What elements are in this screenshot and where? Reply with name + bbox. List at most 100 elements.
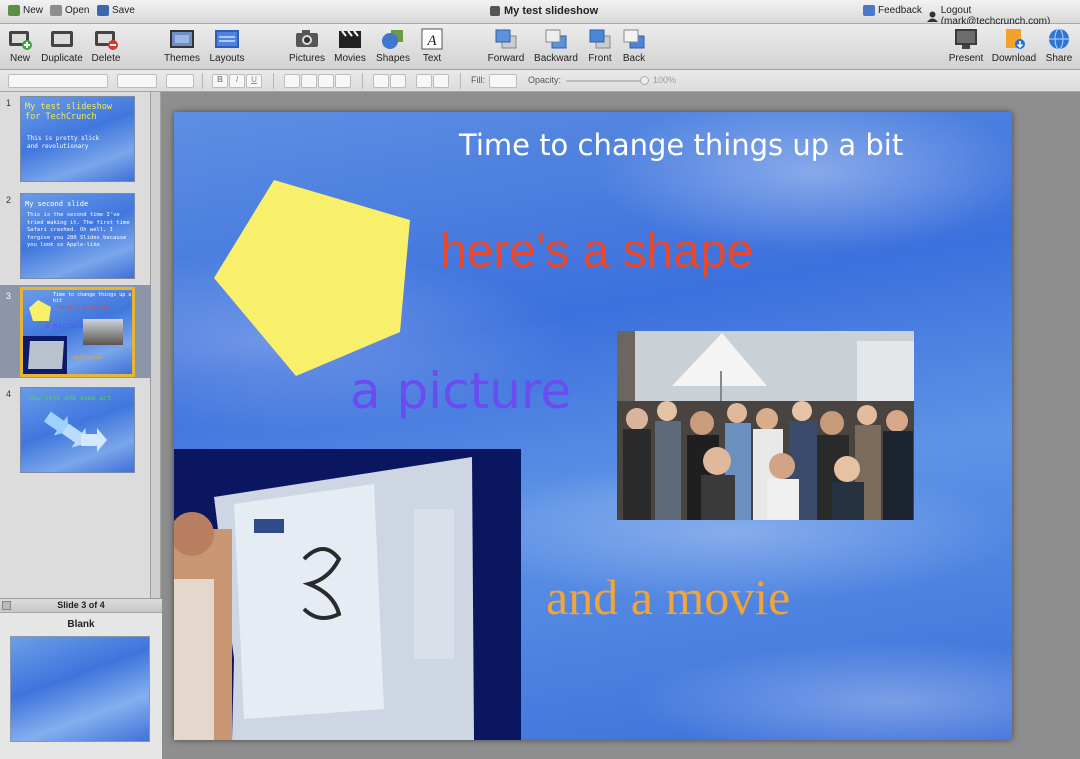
delete-slide-button[interactable]: Delete [80,28,132,64]
slide-preview-title: Now lets add some art [29,394,112,402]
align-left-button[interactable] [284,74,300,88]
fill-label: Fill: [471,75,485,85]
underline-button[interactable]: U [246,74,262,88]
numbered-list-button[interactable] [433,74,449,88]
indent-less-button[interactable] [373,74,389,88]
opacity-label: Opacity: [528,75,562,85]
slide-thumbnail-1[interactable]: 1 My test slideshow for TechCrunch This … [0,92,151,185]
align-center-button[interactable] [301,74,317,88]
present-label: Present [948,53,984,64]
shapes-icon [382,30,403,49]
slide-number: 4 [6,389,12,399]
movie-clip[interactable] [174,449,521,740]
share-button[interactable]: Share [1033,28,1080,64]
font-size-select[interactable] [117,74,157,88]
open-menu-label: Open [65,5,90,16]
movie-frame-art [174,449,521,740]
folder-icon [50,5,62,16]
slide-sorter: 1 My test slideshow for TechCrunch This … [0,92,151,598]
present-button[interactable]: Present [940,28,992,64]
opacity-value: 100% [653,75,677,85]
feedback-link[interactable]: Feedback [863,5,922,16]
text-button[interactable]: A Text [406,28,458,64]
globe-icon [1049,28,1069,50]
slide-thumbnail-3[interactable]: 3 Time to change things up a bit here's … [0,285,151,378]
themes-icon [170,30,194,48]
pentagon-shape[interactable] [214,180,410,376]
document-title: My test slideshow [490,5,598,17]
crowd-photo-art [617,331,914,520]
slide-preview-title: Time to change things up a bit [53,292,132,304]
slide-number: 1 [6,98,12,108]
divider [460,73,461,89]
layout-name: Blank [67,619,95,630]
current-slide[interactable]: Time to change things up a bit here's a … [174,112,1012,740]
layouts-icon [215,30,239,48]
collapse-toggle-icon[interactable] [2,601,11,610]
slide-thumbnail-4[interactable]: 4 Now lets add some art [0,383,151,476]
svg-text:A: A [426,33,437,49]
opacity-slider[interactable] [566,76,649,85]
duplicate-icon [51,31,73,47]
open-menu-button[interactable]: Open [50,5,89,16]
picture-caption-text[interactable]: a picture [350,362,571,420]
font-family-select[interactable] [8,74,108,88]
menu-bar: New Open Save My test slideshow Feedback… [0,0,1080,27]
slide-preview-body: This is pretty slick and revolutionary [27,135,100,150]
layout-panel: Slide 3 of 4 Blank [0,598,162,759]
new-menu-button[interactable]: New [8,5,43,16]
monitor-icon [955,29,977,49]
italic-button[interactable]: I [229,74,245,88]
save-disk-icon [97,5,109,16]
new-document-icon [8,5,20,16]
save-menu-button[interactable]: Save [97,5,135,16]
download-icon [1006,29,1025,49]
new-slide-icon [9,31,32,50]
sorter-scrollbar[interactable] [151,92,161,598]
camera-icon [296,30,318,47]
slide-preview-line: and a movie [73,355,103,361]
picture-mini [83,319,123,345]
layouts-button[interactable]: Layouts [201,28,253,64]
divider [202,73,203,89]
main-toolbar: New Duplicate Delete Themes Layouts Pict… [0,24,1080,70]
layout-preview[interactable] [10,636,150,742]
divider [273,73,274,89]
arrows-art-icon [43,411,107,452]
align-right-button[interactable] [318,74,334,88]
text-box-icon: A [421,28,443,50]
fill-color-well[interactable] [489,74,517,88]
send-to-back-icon [623,29,645,49]
slide-number: 2 [6,195,12,205]
indent-more-button[interactable] [390,74,406,88]
delete-slide-icon [95,31,118,50]
divider [362,73,363,89]
slide-preview-body: This is the second time I've tried makin… [27,212,130,248]
justify-button[interactable] [335,74,351,88]
new-menu-label: New [23,5,44,16]
slide-preview: My second slide This is the second time … [20,193,135,279]
movie-caption-text[interactable]: and a movie [546,568,790,626]
slide-thumbnail-2[interactable]: 2 My second slide This is the second tim… [0,189,151,282]
share-label: Share [1045,53,1073,64]
presentation-icon [490,6,500,16]
pentagon-mini-icon [29,300,51,321]
slide-preview-line: a picture [45,322,83,330]
shape-caption-text[interactable]: here's a shape [440,224,753,279]
slide-number: 3 [6,291,12,301]
forward-button[interactable]: Forward [480,28,532,64]
slide-preview: Now lets add some art [20,387,135,473]
save-menu-label: Save [112,5,135,16]
opacity-slider-thumb[interactable] [640,76,649,85]
crowd-photo[interactable] [617,331,914,520]
user-icon [927,11,938,22]
text-color-well[interactable] [166,74,194,88]
bold-button[interactable]: B [212,74,228,88]
bring-forward-icon [495,29,517,49]
bullet-list-button[interactable] [416,74,432,88]
slide-title-text[interactable]: Time to change things up a bit [459,128,903,162]
feedback-label: Feedback [878,5,922,16]
back-button[interactable]: Back [608,28,660,64]
forward-label: Forward [487,53,525,64]
slide-preview: Time to change things up a bit here's a … [20,287,135,377]
